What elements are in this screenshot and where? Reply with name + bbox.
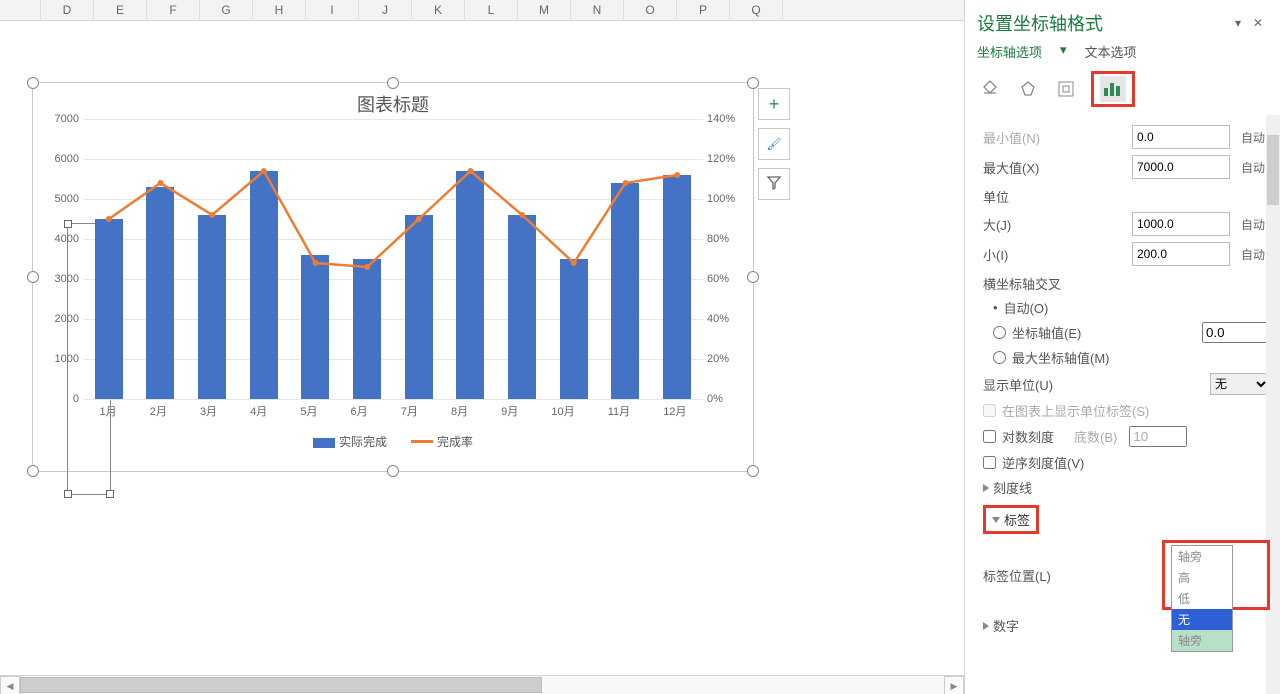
col-Q[interactable]: Q [730,0,783,20]
scroll-track[interactable] [20,676,944,694]
col-N[interactable]: N [571,0,624,20]
label-position-label: 标签位置(L) [983,566,1162,585]
display-units-label: 显示单位(U) [983,375,1210,394]
pane-close-button[interactable]: ✕ [1248,13,1268,33]
chart-legend[interactable]: 实际完成 完成率 [33,433,753,450]
plot-area[interactable]: 01000200030004000500060007000 0%20%40%60… [83,119,703,399]
labels-section-toggle[interactable]: 标签 [983,505,1270,534]
major-unit-label: 大(J) [983,215,1132,234]
spreadsheet-area[interactable]: D E F G H I J K L M N O P Q 图表标题 [0,0,964,694]
x-axis[interactable]: 1月2月3月4月5月6月7月8月9月10月11月12月 [83,403,703,419]
fill-icon[interactable] [977,76,1003,102]
chart-object[interactable]: 图表标题 01000200030004000500060007000 0%20%… [32,82,754,472]
pos-opt[interactable]: 轴旁 [1172,546,1232,567]
tab-text-options[interactable]: 文本选项 [1085,42,1137,61]
scroll-left-button[interactable]: ◀ [0,676,20,694]
chart-styles-button[interactable]: 🖌 [758,128,790,160]
minor-unit-label: 小(I) [983,245,1132,264]
log-scale-checkbox[interactable]: 对数刻度底数(B) [983,426,1270,447]
chevron-down-icon [992,517,1000,523]
label-position-dropdown[interactable]: 轴旁 高 低 无 轴旁 [1171,545,1233,652]
col-E[interactable]: E [94,0,147,20]
col-I[interactable]: I [306,0,359,20]
plus-icon: + [769,94,780,115]
col-corner[interactable] [0,0,41,20]
minor-unit-input[interactable] [1132,242,1230,266]
chart-filter-button[interactable] [758,168,790,200]
secondary-y-axis[interactable]: 0%20%40%60%80%100%120%140% [705,119,749,399]
resize-handle[interactable] [387,77,399,89]
tab-axis-options[interactable]: 坐标轴选项 [977,42,1042,61]
show-unit-label-checkbox: 在图表上显示单位标签(S) [983,401,1270,420]
log-base-input [1129,426,1187,447]
chevron-right-icon [983,622,989,630]
line-series[interactable] [83,119,703,399]
display-units-select[interactable]: 无 [1210,373,1270,395]
pane-title: 设置坐标轴格式 [977,10,1228,36]
max-auto[interactable]: 自动 [1236,159,1270,176]
column-headers: D E F G H I J K L M N O P Q [0,0,964,21]
col-P[interactable]: P [677,0,730,20]
pos-opt[interactable]: 轴旁 [1172,630,1232,651]
col-L[interactable]: L [465,0,518,20]
ticks-section-toggle[interactable]: 刻度线 [983,478,1270,497]
primary-y-axis[interactable]: 01000200030004000500060007000 [37,119,81,399]
pos-opt[interactable]: 低 [1172,588,1232,609]
resize-handle[interactable] [27,465,39,477]
scroll-thumb[interactable] [1267,135,1279,205]
col-G[interactable]: G [200,0,253,20]
cross-max-radio[interactable]: 最大坐标轴值(M) [993,348,1270,367]
effects-icon[interactable] [1015,76,1041,102]
col-M[interactable]: M [518,0,571,20]
pos-opt-selected[interactable]: 无 [1172,609,1232,630]
col-D[interactable]: D [41,0,94,20]
highlight-labels: 标签 [983,505,1039,534]
col-K[interactable]: K [412,0,465,20]
unit-section: 单位 [983,187,1270,206]
brush-icon: 🖌 [766,137,781,151]
min-input[interactable] [1132,125,1230,149]
max-label: 最大值(X) [983,158,1132,177]
legend-entry-bar[interactable]: 实际完成 [313,433,387,450]
col-J[interactable]: J [359,0,412,20]
size-icon[interactable] [1053,76,1079,102]
cross-auto-radio[interactable]: •自动(O) [993,298,1270,317]
cross-value-radio[interactable]: 坐标轴值(E) [993,322,1270,343]
scroll-right-button[interactable]: ▶ [944,676,964,694]
reverse-order-checkbox[interactable]: 逆序刻度值(V) [983,453,1270,472]
resize-handle[interactable] [27,77,39,89]
axis-options-icon[interactable] [1100,76,1126,102]
resize-handle[interactable] [387,465,399,477]
highlight-label-position: 轴旁 高 低 无 轴旁 [1162,540,1270,610]
min-label: 最小值(N) [983,128,1132,147]
highlight-axis-options-icon [1091,71,1135,107]
col-F[interactable]: F [147,0,200,20]
col-H[interactable]: H [253,0,306,20]
funnel-icon [766,175,782,194]
cross-value-input[interactable] [1202,322,1270,343]
format-axis-pane: 设置坐标轴格式 ▾ ✕ 坐标轴选项▾ 文本选项 最小值(N)自动 最大值(X)自… [964,0,1280,694]
chart-elements-button[interactable]: + [758,88,790,120]
cross-section: 横坐标轴交叉 [983,274,1270,293]
scroll-thumb[interactable] [20,677,542,693]
pane-dropdown-icon[interactable]: ▾ [1228,13,1248,33]
horizontal-scrollbar[interactable]: ◀ ▶ [0,675,964,694]
max-input[interactable] [1132,155,1230,179]
min-auto[interactable]: 自动 [1236,129,1270,146]
major-unit-input[interactable] [1132,212,1230,236]
chevron-right-icon [983,484,989,492]
col-O[interactable]: O [624,0,677,20]
pos-opt[interactable]: 高 [1172,567,1232,588]
legend-entry-line[interactable]: 完成率 [411,433,473,450]
resize-handle[interactable] [747,465,759,477]
